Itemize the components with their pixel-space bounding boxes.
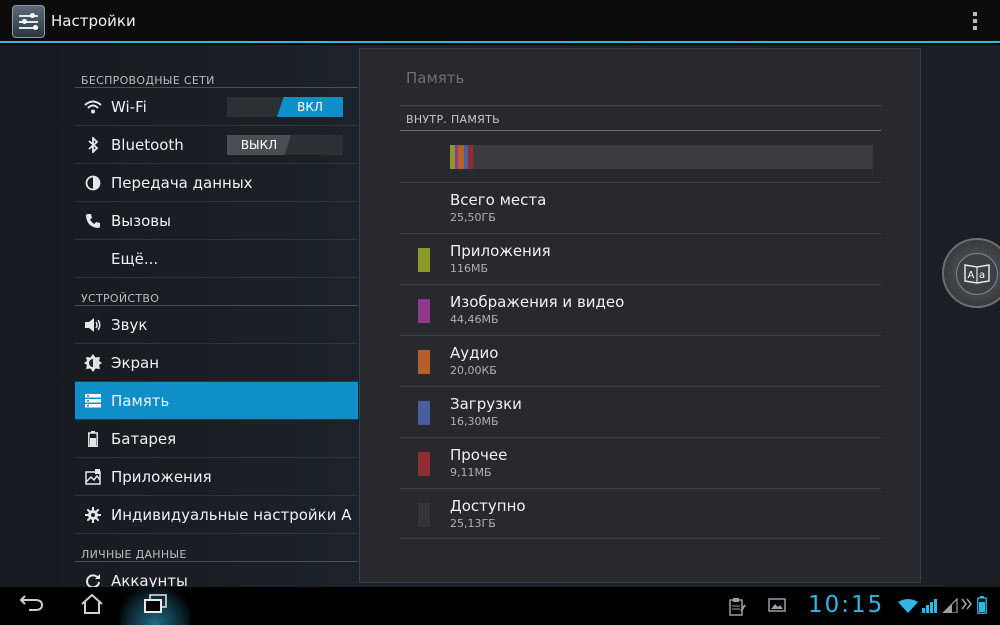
status-clock[interactable]: 10:15 [808,592,884,618]
toggle-off-label: ВЫКЛ [227,135,291,155]
home-button[interactable] [78,593,106,619]
bluetooth-icon [75,126,111,164]
storage-usage-bar [450,145,873,169]
storage-row-value: 44,46МБ [450,313,499,326]
svg-text:a: a [979,270,985,281]
color-swatch [418,299,430,323]
storage-row-value: 20,00КБ [450,364,497,377]
recent-apps-button[interactable] [141,593,169,619]
storage-row-apps[interactable]: Приложения 116МБ [400,233,881,284]
brightness-icon [75,344,111,382]
sidebar-item-label: Звук [111,315,148,334]
wifi-toggle[interactable]: ВКЛ [227,97,343,117]
svg-text:A: A [968,270,975,281]
divider [400,130,881,131]
storage-row-label: Прочее [450,446,508,464]
storage-row-label: Аудио [450,344,499,362]
sidebar-item-accounts[interactable]: Аккаунты [75,562,358,587]
sidebar-item-label: Аккаунты [111,571,188,588]
storage-panel: Память ВНУТР. ПАМЯТЬ Всего места 25,50ГБ… [359,48,921,583]
sidebar-item-data-usage[interactable]: Передача данных [75,164,358,202]
gear-icon [75,496,111,534]
color-swatch [418,401,430,425]
storage-row-label: Изображения и видео [450,293,625,311]
overflow-menu-icon[interactable] [966,9,984,35]
page-title: Память [406,69,465,87]
storage-row-label: Приложения [450,242,551,260]
color-swatch [418,452,430,476]
speaker-icon [75,306,111,344]
storage-row-label: Доступно [450,497,526,515]
storage-row-label: Загрузки [450,395,522,413]
storage-row-images[interactable]: Изображения и видео 44,46МБ [400,284,881,335]
sidebar-item-label: Передача данных [111,173,253,192]
apps-icon [75,458,111,496]
wifi-status-icon [898,599,918,617]
battery-status-icon [977,596,987,618]
storage-row-value: 9,11МБ [450,466,492,479]
settings-list: БЕСПРОВОДНЫЕ СЕТИ Wi-Fi ВКЛ Bluetooth ВЫ… [75,60,358,587]
storage-row-value: 25,13ГБ [450,517,496,530]
sidebar-item-display[interactable]: Экран [75,344,358,382]
wifi-icon [75,88,111,126]
phone-icon [75,202,111,240]
storage-row-audio[interactable]: Аудио 20,00КБ [400,335,881,386]
signal-icon [921,597,939,617]
sidebar-item-sound[interactable]: Звук [75,306,358,344]
storage-total-value: 25,50ГБ [450,211,496,224]
category-header: ЛИЧНЫЕ ДАННЫЕ [75,534,358,562]
sidebar-item-storage[interactable]: Память [75,382,358,420]
toggle-on-label: ВКЛ [277,97,343,117]
color-swatch [418,350,430,374]
storage-row-value: 116МБ [450,262,489,275]
back-button[interactable] [18,593,46,619]
sidebar-item-label: Память [111,391,170,410]
notification-clipboard-icon[interactable] [728,597,746,621]
storage-total-row: Всего места 25,50ГБ [400,182,881,233]
bluetooth-toggle[interactable]: ВЫКЛ [227,135,343,155]
storage-row-downloads[interactable]: Загрузки 16,30МБ [400,386,881,437]
mobile-signal-icon [941,597,959,617]
sidebar-item-more[interactable]: Ещё... [75,240,358,278]
sidebar-item-label: Вызовы [111,211,171,230]
sidebar-item-label: Индивидуальные настройки A [111,505,352,524]
system-bar: 10:15 [0,587,1000,625]
storage-row-available: Доступно 25,13ГБ [400,488,881,539]
data-usage-icon [75,164,111,202]
storage-row-other[interactable]: Прочее 9,11МБ [400,437,881,488]
sidebar-item-battery[interactable]: Батарея [75,420,358,458]
divider [400,105,881,106]
sidebar-item-customization[interactable]: Индивидуальные настройки A [75,496,358,534]
sync-icon [75,562,111,587]
sidebar-item-calls[interactable]: Вызовы [75,202,358,240]
sidebar-item-label: Ещё... [111,249,159,268]
settings-app-icon[interactable] [12,5,45,38]
action-bar: Настройки [0,0,1000,43]
storage-row-value: 16,30МБ [450,415,499,428]
sidebar-item-label: Экран [111,353,160,372]
color-swatch [418,248,430,272]
battery-icon [75,420,111,458]
sidebar-item-label: Батарея [111,429,177,448]
category-header: БЕСПРОВОДНЫЕ СЕТИ [75,60,358,88]
category-header: УСТРОЙСТВО [75,278,358,306]
font-size-icon: Aa [956,253,998,295]
usage-segment-other [468,145,473,169]
notification-image-icon[interactable] [768,597,786,617]
chevron-double-icon [961,597,973,615]
section-header: ВНУТР. ПАМЯТЬ [406,113,500,126]
storage-total-label: Всего места [450,191,547,209]
storage-icon [75,382,111,420]
color-swatch [418,503,430,527]
sidebar-item-wifi[interactable]: Wi-Fi ВКЛ [75,88,358,126]
sidebar-item-label: Приложения [111,467,212,486]
sidebar-item-apps[interactable]: Приложения [75,458,358,496]
sidebar-item-bluetooth[interactable]: Bluetooth ВЫКЛ [75,126,358,164]
app-title: Настройки [51,12,136,30]
